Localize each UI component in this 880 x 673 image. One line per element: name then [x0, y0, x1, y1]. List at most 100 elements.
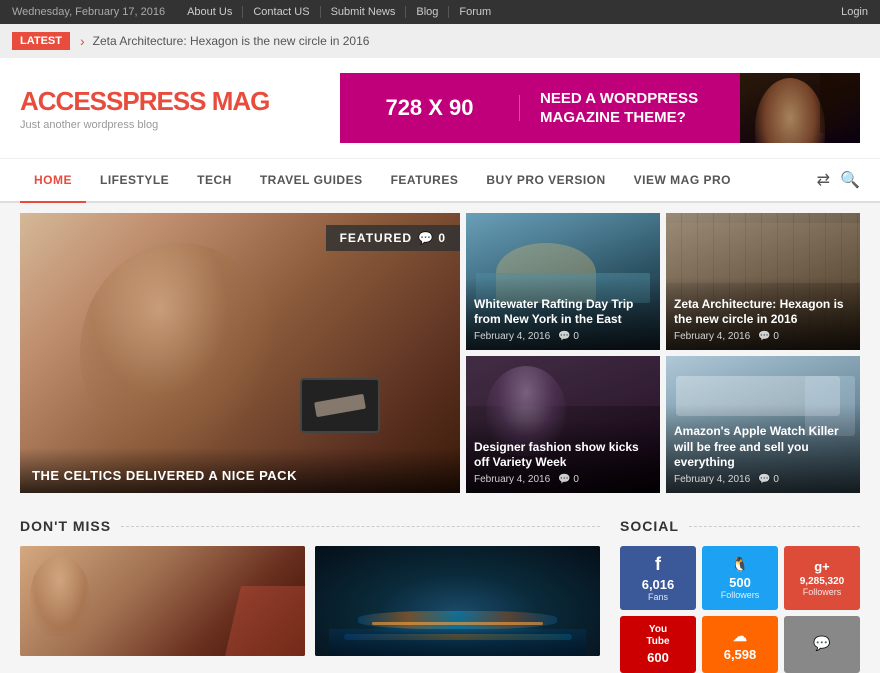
googleplus-label: Followers	[803, 587, 842, 597]
nav-features[interactable]: FeaTuRES	[377, 159, 473, 203]
featured-large-card[interactable]: FEATURED 💬 0 THE CELTICS DELIVERED A NIC…	[20, 213, 460, 493]
search-icon[interactable]: 🔍	[840, 170, 860, 190]
social-facebook[interactable]: f 6,016 Fans	[620, 546, 696, 610]
nav-right-icons: ⇄ 🔍	[817, 170, 860, 190]
card-architecture-title: Zeta Architecture: Hexagon is the new ci…	[674, 297, 852, 328]
featured-grid: FEATURED 💬 0 THE CELTICS DELIVERED A NIC…	[20, 213, 860, 493]
cloud-count: 6,598	[724, 647, 757, 662]
social-divider	[689, 526, 860, 527]
logo-tagline: Just another wordpress blog	[20, 119, 269, 131]
nav-submit[interactable]: Submit News	[321, 6, 407, 18]
dont-miss-header: DON'T MISS	[20, 518, 600, 534]
ad-banner[interactable]: 728 X 90 NEED A WORDPRESS MAGAZINE THEME…	[340, 73, 860, 143]
dont-miss-section: DON'T MISS	[20, 518, 600, 673]
right-row-bottom: Designer fashion show kicks off Variety …	[466, 356, 860, 493]
card-amazon-meta: February 4, 2016 💬 0	[674, 474, 852, 485]
card-architecture-date: February 4, 2016	[674, 331, 750, 342]
card-fashion-date: February 4, 2016	[474, 474, 550, 485]
nav-home[interactable]: HOME	[20, 159, 86, 203]
nav-tech[interactable]: TECH	[183, 159, 246, 203]
dont-miss-title: DON'T MISS	[20, 518, 121, 534]
site-header: ACCESSPRESS MAG Just another wordpress b…	[0, 58, 880, 159]
breaking-text: Zeta Architecture: Hexagon is the new ci…	[93, 34, 370, 48]
breaking-arrow: ›	[80, 33, 85, 49]
shuffle-icon[interactable]: ⇄	[817, 170, 830, 190]
right-row-top: Whitewater Rafting Day Trip from New Yor…	[466, 213, 860, 350]
chat-icon: 💬	[813, 635, 830, 652]
card-architecture-comments: 💬 0	[758, 331, 779, 342]
card-rafting-comments: 💬 0	[558, 331, 579, 342]
topbar-nav: About Us Contact US Submit News Blog For…	[177, 6, 501, 18]
dm-card-2[interactable]	[315, 546, 600, 656]
youtube-count: 600	[647, 650, 669, 665]
banner-image	[740, 73, 860, 143]
card-rafting-date: February 4, 2016	[474, 331, 550, 342]
card-rafting[interactable]: Whitewater Rafting Day Trip from New Yor…	[466, 213, 660, 350]
twitter-icon: 🐧	[731, 556, 748, 573]
banner-face-img	[740, 73, 860, 143]
featured-badge: FEATURED 💬 0	[326, 225, 460, 251]
card-amazon-comments: 💬 0	[758, 474, 779, 485]
nav-blog[interactable]: Blog	[406, 6, 449, 18]
featured-label: FEATURED	[340, 231, 412, 245]
nav-travel-guides[interactable]: TRAVEL GUIDES	[246, 159, 377, 203]
featured-comments: 💬 0	[418, 231, 446, 245]
social-section: SOCIAL f 6,016 Fans 🐧 500 Followers g+ 9…	[620, 518, 860, 673]
featured-caption: THE CELTICS DELIVERED A NICE PACK	[20, 448, 460, 493]
topbar-date: Wednesday, February 17, 2016	[12, 6, 165, 18]
nav-about[interactable]: About Us	[177, 6, 243, 18]
card-rafting-title: Whitewater Rafting Day Trip from New Yor…	[474, 297, 652, 328]
card-amazon-title: Amazon's Apple Watch Killer will be free…	[674, 424, 852, 471]
nav-items: HOME LIFESTYLE TECH TRAVEL GUIDES FeaTuR…	[20, 159, 745, 201]
nav-view-mag[interactable]: VIEW MAG PRO	[620, 159, 745, 203]
card-architecture-meta: February 4, 2016 💬 0	[674, 331, 852, 342]
cloud-icon: ☁	[733, 628, 747, 645]
card-fashion-title: Designer fashion show kicks off Variety …	[474, 440, 652, 471]
card-amazon-date: February 4, 2016	[674, 474, 750, 485]
logo-title: ACCESSPRESS MAG	[20, 86, 269, 117]
card-fashion[interactable]: Designer fashion show kicks off Variety …	[466, 356, 660, 493]
banner-text: NEED A WORDPRESS MAGAZINE THEME?	[520, 89, 740, 128]
logo-main: ACCESSPRESS	[20, 86, 206, 116]
card-rafting-meta: February 4, 2016 💬 0	[474, 331, 652, 342]
googleplus-icon: g+	[814, 559, 830, 574]
social-chat[interactable]: 💬	[784, 616, 860, 673]
social-buttons-grid: f 6,016 Fans 🐧 500 Followers g+ 9,285,32…	[620, 546, 860, 673]
card-fashion-meta: February 4, 2016 💬 0	[474, 474, 652, 485]
social-header: SOCIAL	[620, 518, 860, 534]
facebook-count: 6,016	[642, 577, 675, 592]
card-architecture[interactable]: Zeta Architecture: Hexagon is the new ci…	[666, 213, 860, 350]
boat-image	[315, 546, 600, 656]
nav-contact[interactable]: Contact US	[243, 6, 320, 18]
card-architecture-overlay: Zeta Architecture: Hexagon is the new ci…	[666, 277, 860, 350]
site-logo[interactable]: ACCESSPRESS MAG Just another wordpress b…	[20, 86, 269, 131]
dont-miss-divider	[121, 526, 600, 527]
nav-forum[interactable]: Forum	[449, 6, 501, 18]
social-youtube[interactable]: YouTube 600	[620, 616, 696, 673]
right-grid: Whitewater Rafting Day Trip from New Yor…	[466, 213, 860, 493]
breaking-label: LATEST	[12, 32, 70, 50]
main-content: FEATURED 💬 0 THE CELTICS DELIVERED A NIC…	[0, 203, 880, 503]
nav-lifestyle[interactable]: LIFESTYLE	[86, 159, 183, 203]
card-amazon[interactable]: Amazon's Apple Watch Killer will be free…	[666, 356, 860, 493]
card-rafting-overlay: Whitewater Rafting Day Trip from New Yor…	[466, 277, 660, 350]
card-fashion-comments: 💬 0	[558, 474, 579, 485]
social-twitter[interactable]: 🐧 500 Followers	[702, 546, 778, 610]
social-googleplus[interactable]: g+ 9,285,320 Followers	[784, 546, 860, 610]
card-amazon-overlay: Amazon's Apple Watch Killer will be free…	[666, 404, 860, 493]
facebook-label: Fans	[648, 592, 668, 602]
breaking-news-bar: LATEST › Zeta Architecture: Hexagon is t…	[0, 24, 880, 58]
logo-accent: MAG	[206, 86, 270, 116]
twitter-label: Followers	[721, 590, 760, 600]
dm-card-1[interactable]	[20, 546, 305, 656]
card-fashion-overlay: Designer fashion show kicks off Variety …	[466, 420, 660, 493]
topbar: Wednesday, February 17, 2016 About Us Co…	[0, 0, 880, 24]
dont-miss-cards	[20, 546, 600, 656]
facebook-icon: f	[655, 554, 661, 575]
social-cloud[interactable]: ☁ 6,598	[702, 616, 778, 673]
googleplus-count: 9,285,320	[800, 576, 845, 587]
social-title: SOCIAL	[620, 518, 689, 534]
login-link[interactable]: Login	[841, 6, 868, 18]
nav-buy-pro[interactable]: BUY PRO VERSION	[472, 159, 619, 203]
youtube-icon: YouTube	[646, 624, 669, 648]
